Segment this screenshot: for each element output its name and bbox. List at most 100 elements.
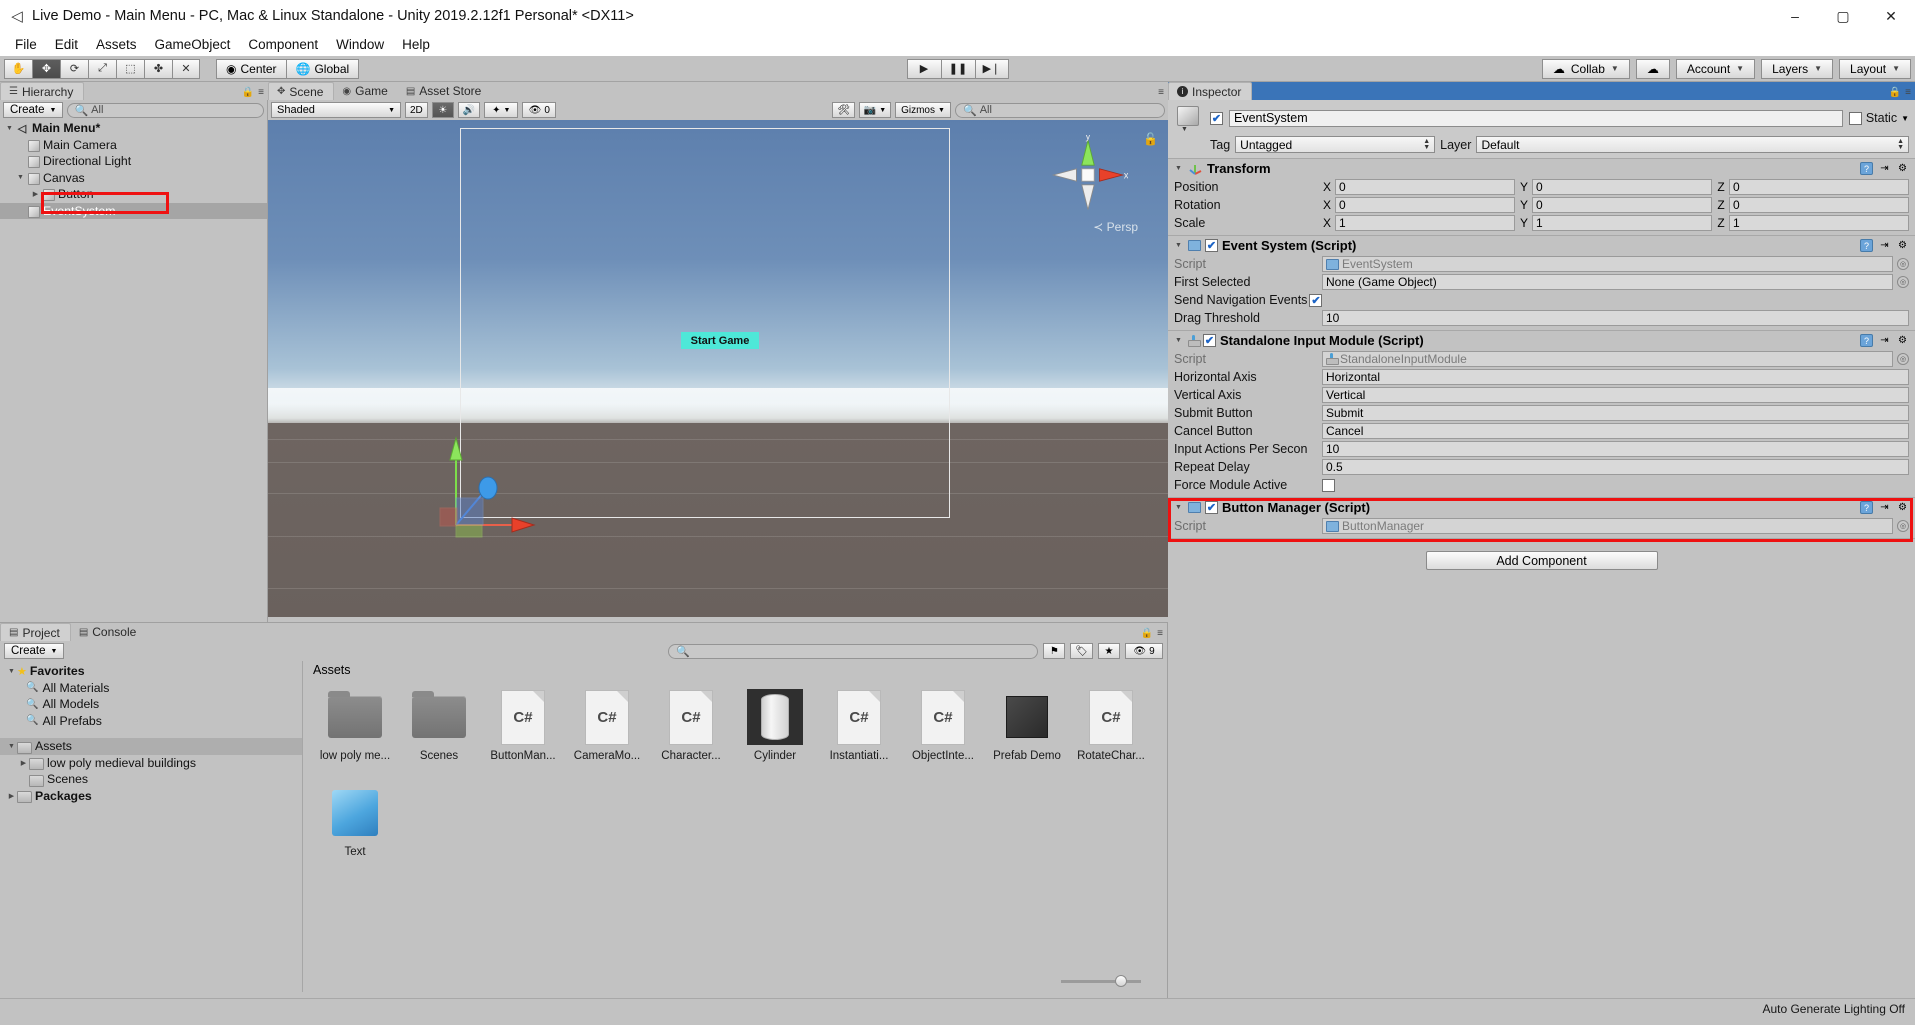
vertical-axis-field[interactable]: Vertical (1322, 387, 1909, 403)
first-selected-field[interactable]: None (Game Object) (1322, 274, 1893, 290)
object-picker-icon[interactable]: ◎ (1897, 520, 1909, 532)
gear-icon[interactable]: ⚙ (1896, 239, 1909, 252)
preset-icon[interactable]: ⇥ (1878, 162, 1891, 175)
submit-button-field[interactable]: Submit (1322, 405, 1909, 421)
filter-label-icon[interactable]: 🏷 (1070, 643, 1093, 659)
cloud-button[interactable]: ☁ (1635, 58, 1670, 79)
audio-toggle-icon[interactable]: 🔊 (457, 102, 481, 118)
project-create-button[interactable]: Create ▼ (4, 643, 65, 659)
add-component-button[interactable]: Add Component (1425, 551, 1658, 570)
scene-search-input[interactable]: 🔍 All (955, 102, 1165, 118)
chevron-down-icon[interactable]: ▼ (1901, 114, 1909, 123)
preset-icon[interactable]: ⇥ (1878, 334, 1891, 347)
hierarchy-item-canvas[interactable]: ▼ Canvas (0, 170, 267, 187)
custom-tool-icon[interactable]: ✕ (172, 58, 200, 79)
position-z-field[interactable]: 0 (1729, 179, 1909, 195)
menu-gameobject[interactable]: GameObject (146, 35, 240, 54)
hierarchy-item-directional-light[interactable]: Directional Light (0, 153, 267, 170)
tab-project[interactable]: ▤ Project (0, 623, 71, 641)
lock-icon[interactable]: 🔒 (1141, 628, 1153, 639)
help-icon[interactable]: ? (1860, 501, 1873, 514)
twirl-icon[interactable]: ▼ (1173, 242, 1184, 249)
menu-icon[interactable]: ≡ (1158, 87, 1164, 98)
scale-x-field[interactable]: 1 (1335, 215, 1515, 231)
tab-game[interactable]: ◉ Game (334, 82, 398, 100)
twirl-icon[interactable]: ▼ (6, 668, 17, 675)
input-actions-per-second-field[interactable]: 10 (1322, 441, 1909, 457)
help-icon[interactable]: ? (1860, 162, 1873, 175)
scene-viewport[interactable]: Start Game y x (268, 120, 1168, 617)
gizmos-dropdown[interactable]: Gizmos ▼ (895, 102, 951, 118)
effects-dropdown[interactable]: ✦ ▼ (484, 102, 519, 118)
scene-persp-label[interactable]: ≺ Persp (1093, 220, 1138, 234)
tab-scene[interactable]: ✥ Scene (268, 82, 335, 100)
tree-item-assets[interactable]: ▼ Assets (0, 738, 302, 755)
rotation-x-field[interactable]: 0 (1335, 197, 1515, 213)
scene-orientation-gizmo[interactable]: y x (1048, 135, 1128, 215)
maximize-button[interactable]: ▢ (1819, 0, 1867, 32)
tree-item-all-prefabs[interactable]: 🔍 All Prefabs (0, 713, 302, 730)
gear-icon[interactable]: ⚙ (1896, 334, 1909, 347)
menu-file[interactable]: File (6, 35, 46, 54)
account-button[interactable]: Account ▼ (1675, 58, 1756, 79)
camera-icon[interactable]: 📷 ▼ (859, 102, 891, 118)
menu-help[interactable]: Help (393, 35, 439, 54)
menu-icon[interactable]: ≡ (258, 87, 264, 98)
tools-icon[interactable]: 🛠 (832, 102, 855, 118)
menu-icon[interactable]: ≡ (1905, 87, 1911, 98)
gear-icon[interactable]: ⚙ (1896, 162, 1909, 175)
asset-item-low-poly-medieval[interactable]: low poly me... (313, 683, 397, 779)
project-search-input[interactable]: 🔍 (668, 643, 1039, 659)
tab-console[interactable]: ▤ Console (70, 623, 147, 641)
script-ref-field[interactable]: StandaloneInputModule (1322, 351, 1893, 367)
asset-item-cameramovement[interactable]: C# CameraMo... (565, 683, 649, 779)
collab-button[interactable]: ☁ Collab ▼ (1541, 58, 1630, 79)
layers-button[interactable]: Layers ▼ (1761, 58, 1834, 79)
static-checkbox[interactable] (1848, 111, 1862, 125)
hierarchy-search-input[interactable]: 🔍 All (67, 102, 264, 118)
component-header[interactable]: ▼ Standalone Input Module (Script) ? ⇥ ⚙ (1168, 331, 1915, 350)
layer-dropdown[interactable]: Default ▲ ▼ (1476, 136, 1909, 153)
object-picker-icon[interactable]: ◎ (1897, 276, 1909, 288)
inspector-tab-menu[interactable]: 🔒 ≡ (1889, 87, 1911, 98)
lock-icon[interactable]: 🔒 (242, 87, 254, 98)
send-navigation-events-checkbox[interactable] (1309, 293, 1323, 307)
hand-tool-icon[interactable]: ✋ (4, 58, 32, 79)
start-game-button-preview[interactable]: Start Game (681, 332, 759, 349)
scene-tab-menu[interactable]: ≡ (1158, 87, 1164, 98)
hidden-count-badge[interactable]: 👁 9 (1125, 643, 1163, 659)
tree-item-packages[interactable]: ▶ Packages (0, 788, 302, 805)
scale-y-field[interactable]: 1 (1532, 215, 1712, 231)
cancel-button-field[interactable]: Cancel (1322, 423, 1909, 439)
component-header[interactable]: ▼ Event System (Script) ? ⇥ ⚙ (1168, 236, 1915, 255)
lighting-toggle-icon[interactable]: ☀ (431, 102, 454, 118)
hierarchy-item-button[interactable]: ▶ Button (0, 186, 267, 203)
menu-component[interactable]: Component (239, 35, 327, 54)
asset-item-objectinteraction[interactable]: C# ObjectInte... (901, 683, 985, 779)
drag-threshold-field[interactable]: 10 (1322, 310, 1909, 326)
component-enabled-checkbox[interactable] (1205, 239, 1218, 252)
hierarchy-item-main-menu[interactable]: ▼ ◁ Main Menu* (0, 120, 267, 137)
layout-button[interactable]: Layout ▼ (1839, 58, 1911, 79)
scale-tool-icon[interactable]: ⤢ (88, 58, 116, 79)
preset-icon[interactable]: ⇥ (1878, 501, 1891, 514)
tab-inspector[interactable]: i Inspector (1168, 82, 1253, 100)
twirl-icon[interactable]: ▶ (6, 792, 17, 800)
tree-item-all-models[interactable]: 🔍 All Models (0, 696, 302, 713)
twirl-icon[interactable]: ▼ (4, 125, 15, 132)
asset-item-rotatecharacter[interactable]: C# RotateChar... (1069, 683, 1153, 779)
tree-item-scenes[interactable]: Scenes (0, 771, 302, 788)
toggle-2d-button[interactable]: 2D (405, 102, 428, 118)
gear-icon[interactable]: ⚙ (1896, 501, 1909, 514)
gameobject-icon[interactable] (1174, 104, 1204, 133)
scene-visibility-toggle[interactable]: 👁 0 (522, 102, 557, 118)
preset-icon[interactable]: ⇥ (1878, 239, 1891, 252)
static-toggle-group[interactable]: Static ▼ (1848, 111, 1909, 125)
tab-hierarchy[interactable]: ☰ Hierarchy (0, 82, 85, 100)
twirl-icon[interactable]: ▶ (18, 759, 29, 767)
hierarchy-tab-menu[interactable]: 🔒 ≡ (242, 87, 264, 98)
slider-knob[interactable] (1115, 974, 1127, 987)
play-button[interactable]: ▶ (906, 58, 941, 79)
object-picker-icon[interactable]: ◎ (1897, 353, 1909, 365)
tree-item-favorites[interactable]: ▼ ★ Favorites (0, 663, 302, 680)
